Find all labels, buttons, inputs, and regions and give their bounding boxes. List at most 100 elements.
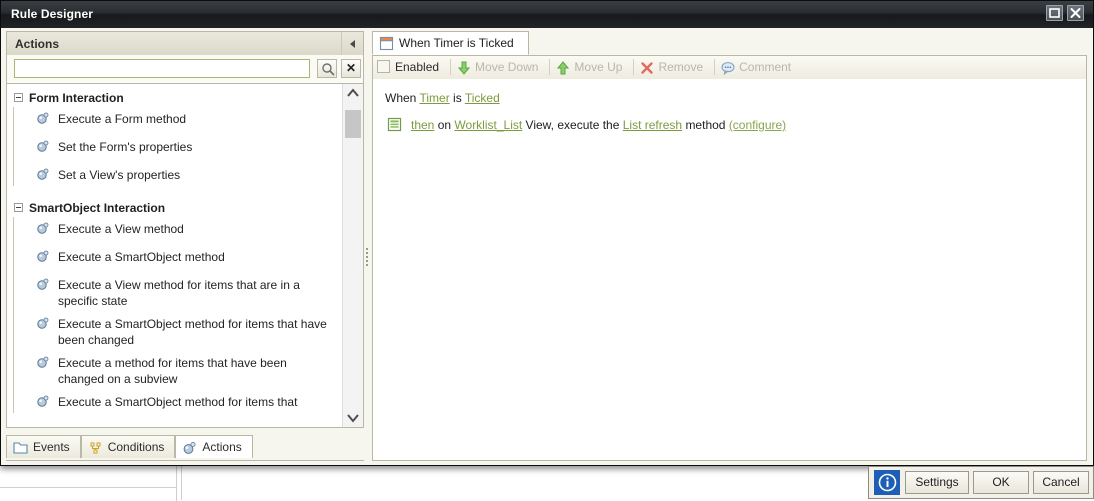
rule-subject-link[interactable]: Timer: [419, 91, 449, 105]
actions-panel-title: Actions: [15, 37, 60, 51]
configure-link[interactable]: (configure): [729, 118, 786, 132]
toolbar-separator: [714, 59, 716, 75]
arrow-up-icon: [556, 60, 570, 75]
action-gear-icon: [182, 440, 197, 454]
remove-button[interactable]: Remove: [636, 56, 712, 78]
actions-panel-header: Actions: [6, 31, 364, 55]
tree-group-header[interactable]: SmartObject Interaction: [14, 200, 341, 218]
actions-tree-scrollbar[interactable]: [342, 84, 363, 427]
move-down-label: Move Down: [475, 60, 539, 74]
action-gear-icon: [36, 395, 49, 408]
dialog-action-bar: Settings OK Cancel: [868, 466, 1094, 499]
tab-when-timer-is-ticked[interactable]: When Timer is Ticked: [372, 31, 529, 55]
list-item[interactable]: Execute a method for items that have bee…: [33, 352, 341, 391]
search-bar: ✕: [6, 55, 364, 83]
condition-icon: [88, 440, 103, 454]
list-item[interactable]: Execute a SmartObject method for items t…: [33, 313, 341, 352]
tab-events-label: Events: [33, 440, 70, 454]
rule-event-link[interactable]: Ticked: [465, 91, 500, 105]
move-up-button[interactable]: Move Up: [552, 56, 631, 78]
tab-events[interactable]: Events: [6, 435, 81, 458]
list-item[interactable]: Set a View's properties: [33, 164, 341, 192]
close-icon[interactable]: [1067, 5, 1084, 21]
rule-tab-label: When Timer is Ticked: [399, 36, 514, 50]
info-icon[interactable]: [874, 470, 900, 495]
tab-actions[interactable]: Actions: [175, 435, 253, 458]
collapse-toggle[interactable]: [14, 203, 23, 212]
toolbar-separator: [633, 59, 635, 75]
tree-guide-line: [13, 217, 14, 413]
scrollbar-thumb[interactable]: [345, 110, 361, 138]
rule-window-icon: [379, 36, 394, 51]
tree-group-title: Form Interaction: [29, 91, 124, 105]
rule-toolbar: Enabled Move Down Move Up Remove Comment: [372, 56, 1087, 80]
list-item-label: Execute a SmartObject method: [58, 250, 225, 264]
action-gear-icon: [36, 222, 49, 235]
rule-canvas: When Timer is Ticked then on Worklist_Li…: [372, 79, 1087, 461]
action-gear-icon: [36, 317, 49, 330]
then-link[interactable]: then: [411, 118, 434, 132]
chevron-up-icon[interactable]: [343, 84, 363, 104]
enabled-checkbox[interactable]: Enabled: [373, 56, 448, 78]
cancel-button[interactable]: Cancel: [1033, 471, 1089, 494]
move-up-label: Move Up: [574, 60, 623, 74]
tree-group-title: SmartObject Interaction: [29, 201, 166, 215]
list-item[interactable]: Execute a Form method: [33, 108, 341, 136]
action-gear-icon: [36, 140, 49, 153]
search-input[interactable]: [14, 59, 310, 78]
tree-group-header[interactable]: Form Interaction: [14, 90, 341, 108]
list-item-label: Execute a View method for items that are…: [58, 278, 300, 308]
actions-panel: Actions ✕ Form Interaction Execute a For…: [6, 31, 364, 461]
panel-splitter[interactable]: [366, 246, 370, 268]
comment-bubble-icon: [721, 60, 735, 76]
maximize-icon[interactable]: [1046, 5, 1063, 21]
list-item-label: Set a View's properties: [58, 168, 181, 182]
method-link[interactable]: List refresh: [623, 118, 682, 132]
rule-detail-panel: When Timer is Ticked Enabled Move Down M: [372, 31, 1087, 461]
list-item[interactable]: Execute a SmartObject method: [33, 246, 341, 274]
rule-line-when: When Timer is Ticked: [385, 89, 1074, 107]
on-word: on: [437, 118, 452, 132]
list-item[interactable]: Set the Form's properties: [33, 136, 341, 164]
view-link[interactable]: Worklist_List: [454, 118, 522, 132]
background-panel: [0, 487, 177, 501]
left-panel-tabs: Events Conditions Actions: [6, 430, 364, 461]
list-item[interactable]: Execute a View method for items that are…: [33, 274, 341, 313]
comment-button[interactable]: Comment: [717, 56, 800, 78]
list-item[interactable]: Execute a View method: [33, 218, 341, 246]
list-item-label: Execute a SmartObject method for items t…: [58, 395, 298, 409]
checkbox-box: [377, 60, 390, 73]
list-item-label: Execute a View method: [58, 222, 184, 236]
action-gear-icon: [36, 112, 49, 125]
dialog-title: Rule Designer: [11, 7, 93, 21]
list-item-label: Set the Form's properties: [58, 140, 193, 154]
clear-search-button[interactable]: ✕: [341, 59, 361, 78]
dialog-title-bar: Rule Designer: [1, 1, 1093, 29]
tree-group: Form Interaction Execute a Form method S…: [7, 90, 341, 192]
arrow-down-icon: [457, 60, 471, 75]
move-down-button[interactable]: Move Down: [453, 56, 547, 78]
tab-conditions[interactable]: Conditions: [80, 435, 176, 458]
action-gear-icon: [36, 250, 49, 263]
view-phrase: View, execute the: [525, 118, 620, 132]
comment-label: Comment: [739, 60, 792, 74]
folder-icon: [13, 440, 28, 454]
collapse-toggle[interactable]: [14, 93, 23, 102]
toolbar-separator: [450, 59, 452, 75]
list-item-label: Execute a method for items that have bee…: [58, 356, 287, 386]
actions-tree-content: Form Interaction Execute a Form method S…: [7, 84, 341, 427]
list-item[interactable]: Execute a SmartObject method for items t…: [33, 391, 341, 419]
toolbar-separator: [549, 59, 551, 75]
chevron-down-icon[interactable]: [343, 407, 363, 427]
tab-actions-label: Actions: [202, 440, 242, 454]
search-icon[interactable]: [317, 59, 337, 78]
tree-guide-line: [13, 107, 14, 186]
rule-tab-strip: When Timer is Ticked: [372, 31, 1087, 56]
action-gear-icon: [36, 356, 49, 369]
ok-button[interactable]: OK: [973, 471, 1029, 494]
when-word: When: [385, 91, 417, 105]
settings-button[interactable]: Settings: [905, 471, 969, 494]
chevron-left-icon[interactable]: [341, 32, 363, 55]
action-gear-icon: [36, 278, 49, 291]
tree-group: SmartObject Interaction Execute a View m…: [7, 200, 341, 419]
